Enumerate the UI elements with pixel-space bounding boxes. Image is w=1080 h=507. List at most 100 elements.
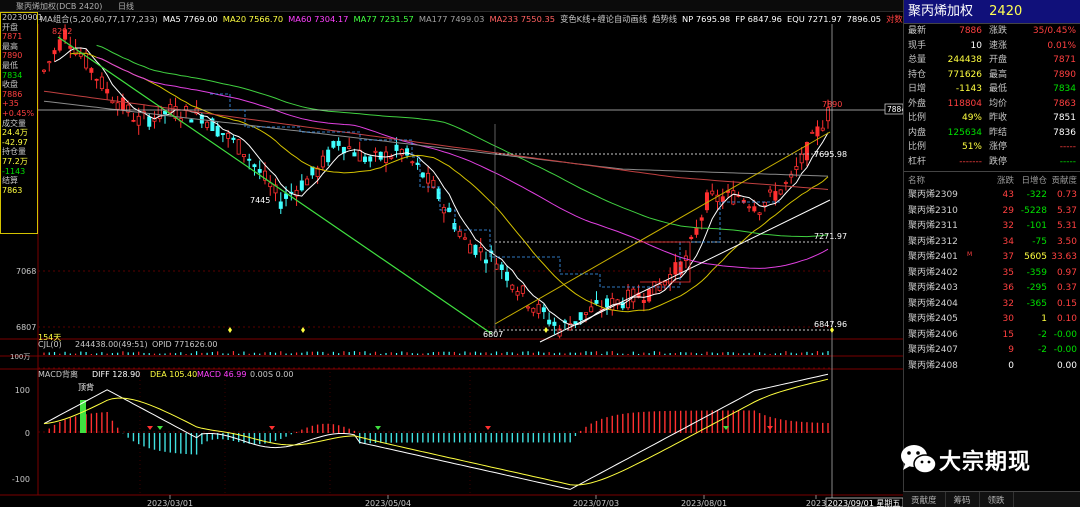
np-level-label: 7695.98 (814, 150, 847, 159)
quote-v2: 7871 (1053, 55, 1076, 65)
downtrend-line (57, 36, 493, 335)
tab-0[interactable]: 贡献度 (903, 492, 946, 507)
quote-v2: 7890 (1053, 69, 1076, 80)
quote-title: 聚丙烯加权 2420 (904, 0, 1080, 24)
candle-body (520, 285, 525, 294)
contract-oi: -2 (1038, 329, 1047, 340)
contract-oi: -295 (1026, 283, 1047, 293)
quote-v2: 7863 (1053, 98, 1076, 109)
candle-body (336, 140, 341, 146)
quote-row: 持仓 771626 最高 7890 (904, 68, 1080, 83)
quote-row: 比例 51% 涨停 ----- (904, 140, 1080, 155)
candle-body (589, 306, 594, 313)
contract-chg: 29 (1002, 205, 1014, 216)
info-value: -42.97 (2, 137, 28, 147)
candle-body (578, 312, 583, 321)
info-value: 7834 (2, 70, 23, 80)
contract-row[interactable]: 聚丙烯2311 32 -101 5.31 (904, 219, 1080, 235)
contract-contrib: 0.00 (1056, 360, 1077, 371)
ma-item: MA177 7499.03 (418, 14, 485, 24)
info-label: 收盘 (2, 80, 18, 90)
open-interest-value: OPID 771626.00 (152, 340, 217, 349)
contract-name: 聚丙烯2406 (908, 329, 958, 340)
right-price-tag: 7884 (887, 105, 903, 114)
candle-body (783, 182, 788, 184)
contract-row[interactable]: 聚丙烯2402 35 -359 0.97 (904, 266, 1080, 282)
contract-row[interactable]: 聚丙烯2312 34 -75 3.50 (904, 235, 1080, 251)
candle-body (689, 236, 694, 240)
info-value: 77.2万 (2, 156, 28, 166)
candle-body (573, 321, 578, 325)
period-selector[interactable]: 日线 (118, 1, 134, 12)
quote-panel: 聚丙烯加权 2420 最新 7886 涨跌 35/0.45% 现手 10 速涨 0.01% 总量… (903, 0, 1080, 507)
right-price-label: 7890 (822, 100, 842, 109)
candle-body (405, 148, 410, 156)
contract-chg: 15 (1002, 329, 1014, 340)
fp-level-label: 6847.96 (814, 320, 847, 329)
contract-row[interactable]: 聚丙烯2404 32 -365 0.15 (904, 297, 1080, 313)
tab-1[interactable]: 筹码 (946, 492, 980, 507)
macd-s2-value: S 0.00 (268, 370, 293, 379)
quote-v2: ----- (1059, 156, 1076, 167)
cursor-date-label: 2023/09/01 星期五 (828, 499, 901, 507)
quote-l2: 涨停 (989, 142, 1008, 152)
candle-body (420, 172, 425, 178)
contract-row[interactable]: 聚丙烯2405 30 1 0.10 (904, 312, 1080, 328)
candle-body (699, 217, 704, 221)
watermark: 大宗期现 (893, 440, 1063, 480)
candle-body (499, 264, 504, 270)
channel-upper-line (494, 131, 831, 325)
contract-row[interactable]: 聚丙烯2310 29 -5228 5.37 (904, 204, 1080, 220)
contract-name: 聚丙烯2407 (908, 345, 958, 355)
ma-item: FP 6847.96 (735, 14, 782, 24)
ma-item: MA60 7304.17 (288, 14, 349, 24)
candle-body (189, 119, 194, 123)
macd-cross-marker (485, 426, 491, 430)
contract-name: 聚丙烯2310 (908, 205, 958, 216)
candle-body (794, 166, 799, 170)
candle-body (47, 61, 52, 64)
tab-2[interactable]: 领跌 (980, 492, 1014, 507)
col-contribution: 贡献度 (1051, 176, 1077, 186)
candle-body (531, 307, 536, 313)
quote-l1: 日增 (908, 84, 927, 94)
candle-body (594, 300, 599, 304)
date-axis-label: 2023/05/04 (365, 499, 411, 507)
chart-area[interactable]: 8292 6807 7445 7068 6807 7890 7884 7695.98 7271.… (0, 12, 919, 507)
candle-body (115, 102, 120, 110)
info-value: 24.4万 (2, 128, 28, 138)
quote-v2: 7834 (1053, 84, 1076, 94)
contract-row[interactable]: 聚丙烯2401 M 37 5605 33.63 (904, 250, 1080, 266)
candle-body (526, 306, 531, 309)
candle-body (394, 144, 399, 151)
contract-row[interactable]: 聚丙烯2403 36 -295 0.37 (904, 281, 1080, 297)
contract-chg: 0 (1008, 360, 1014, 371)
contract-name: 聚丙烯2408 (908, 360, 958, 371)
contract-name: 聚丙烯2404 (908, 298, 958, 309)
contract-row[interactable]: 聚丙烯2309 43 -322 0.73 (904, 188, 1080, 204)
candle-body (205, 121, 210, 128)
contract-oi: -101 (1026, 221, 1047, 231)
divider (904, 171, 1080, 172)
bottom-tabs[interactable]: 贡献度 筹码 领跌 (903, 491, 1080, 507)
quote-v1: 118804 (947, 98, 982, 109)
quote-l2: 昨收 (989, 113, 1008, 123)
equ-level-label: 7271.97 (814, 232, 847, 241)
contract-row[interactable]: 聚丙烯2407 9 -2 -0.00 (904, 343, 1080, 359)
candle-body (452, 223, 457, 230)
candle-body (778, 189, 783, 195)
quote-v1: 7886 (959, 26, 982, 36)
contract-row[interactable]: 聚丙烯2408 0 0.00 (904, 359, 1080, 375)
candle-body (373, 150, 378, 153)
quote-row: 总量 244438 开盘 7871 (904, 53, 1080, 68)
contract-row[interactable]: 聚丙烯2406 15 -2 -0.00 (904, 328, 1080, 344)
kline-chart-svg[interactable]: 8292 6807 7445 7068 6807 7890 7884 7695.98 7271.… (0, 12, 903, 507)
macd-axis-tick: 0 (25, 429, 30, 438)
candle-body (478, 247, 483, 253)
contract-chg: 30 (1002, 314, 1014, 324)
macd-indicator-name: MACD背离 (38, 369, 78, 379)
info-label: 最低 (2, 60, 18, 70)
macd-cross-marker (147, 426, 153, 430)
macd-cross-marker (269, 426, 275, 430)
macd-axis-tick: -100 (12, 475, 30, 484)
